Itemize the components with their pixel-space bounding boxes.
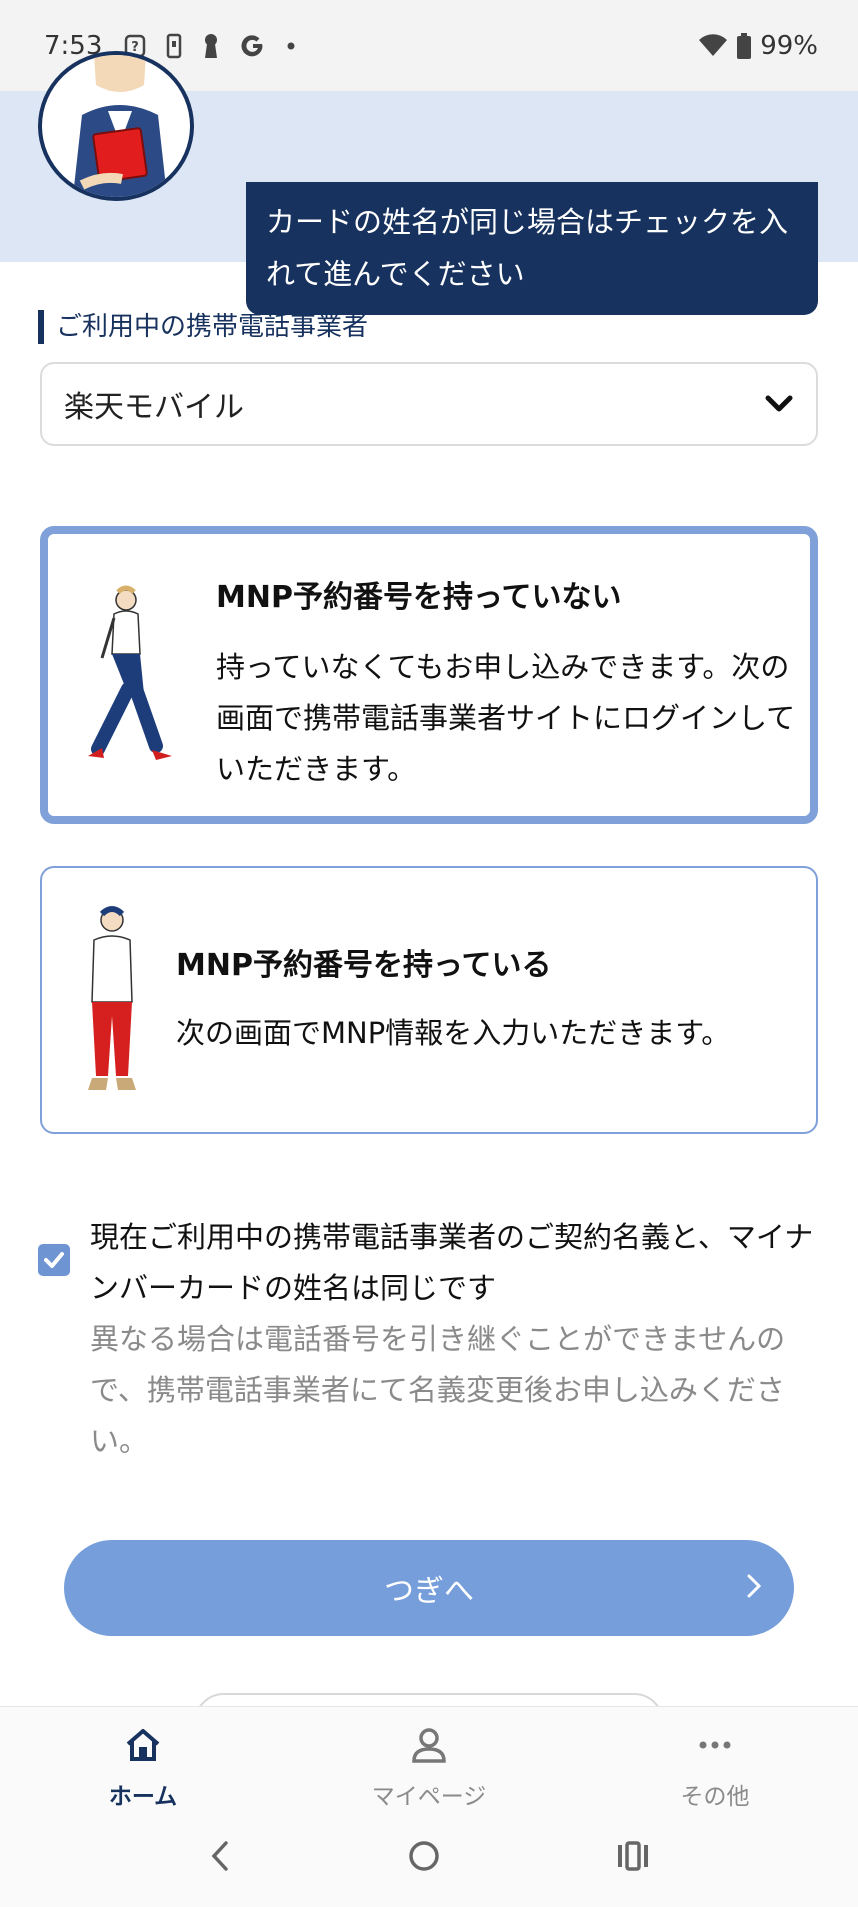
nav-label-mypage: マイページ [371,1784,487,1810]
next-button[interactable]: つぎへ [64,1540,794,1636]
chevron-down-icon [764,387,794,422]
carrier-section-label: ご利用中の携帯電話事業者 [38,310,368,344]
carrier-selected-value: 楽天モバイル [64,390,244,425]
keyhole-icon [202,32,220,60]
phone-icon [166,33,182,59]
next-button-label: つぎへ [384,1574,474,1609]
app-screen: 7:53 ? 99% カードの姓名が同じ場合はチェックを入れて進んでください ご… [0,0,858,1907]
guide-banner: カードの姓名が同じ場合はチェックを入れて進んでください [0,51,858,315]
notification-icons: ? [124,32,296,60]
option-title-no-mnp: MNP予約番号を持っていない [216,580,622,615]
nav-item-mypage[interactable]: マイページ [286,1707,572,1810]
bottom-nav: ホーム マイページ その他 [0,1706,858,1810]
name-confirm-note: 異なる場合は電話番号を引き継ぐことができませんので、携帯電話事業者にて名義変更後… [90,1322,786,1458]
checkmark-icon [44,1252,64,1268]
option-title-has-mnp: MNP予約番号を持っている [176,948,552,983]
battery-icon [736,32,752,60]
google-icon [240,33,266,59]
dot-icon [286,41,296,51]
option-desc-has-mnp: 次の画面でMNP情報を入力いただきます。 [176,1016,731,1050]
name-confirm-label: 現在ご利用中の携帯電話事業者のご契約名義と、マイナンバーカードの姓名は同じです [90,1220,814,1305]
guide-avatar [38,51,194,201]
battery-percent: 99% [760,30,818,61]
home-icon [124,1727,162,1769]
recents-icon[interactable] [616,1840,650,1875]
person-icon [410,1727,448,1769]
nav-item-more[interactable]: その他 [572,1707,858,1810]
chevron-right-icon [746,1572,762,1608]
option-card-no-mnp[interactable]: MNP予約番号を持っていない 持っていなくてもお申し込みできます。次の画面で携帯… [40,526,818,824]
nav-label-more: その他 [680,1784,750,1810]
wifi-icon [698,33,728,58]
more-icon [696,1727,734,1769]
back-icon[interactable] [208,1839,232,1877]
home-circle-icon[interactable] [407,1839,441,1877]
standing-man-illustration [78,906,148,1106]
nav-item-home[interactable]: ホーム [0,1707,286,1810]
option-card-has-mnp[interactable]: MNP予約番号を持っている 次の画面でMNP情報を入力いただきます。 [40,866,818,1134]
guide-speech-bubble: カードの姓名が同じ場合はチェックを入れて進んでください [246,182,818,315]
walking-woman-illustration [78,584,178,788]
carrier-select[interactable]: 楽天モバイル [40,362,818,446]
name-confirm-checkbox[interactable] [38,1244,70,1276]
nav-label-home: ホーム [108,1784,178,1810]
status-right: 99% [698,31,818,61]
option-desc-no-mnp: 持っていなくてもお申し込みできます。次の画面で携帯電話事業者サイトにログインして… [216,650,796,786]
system-nav-bar [0,1808,858,1907]
